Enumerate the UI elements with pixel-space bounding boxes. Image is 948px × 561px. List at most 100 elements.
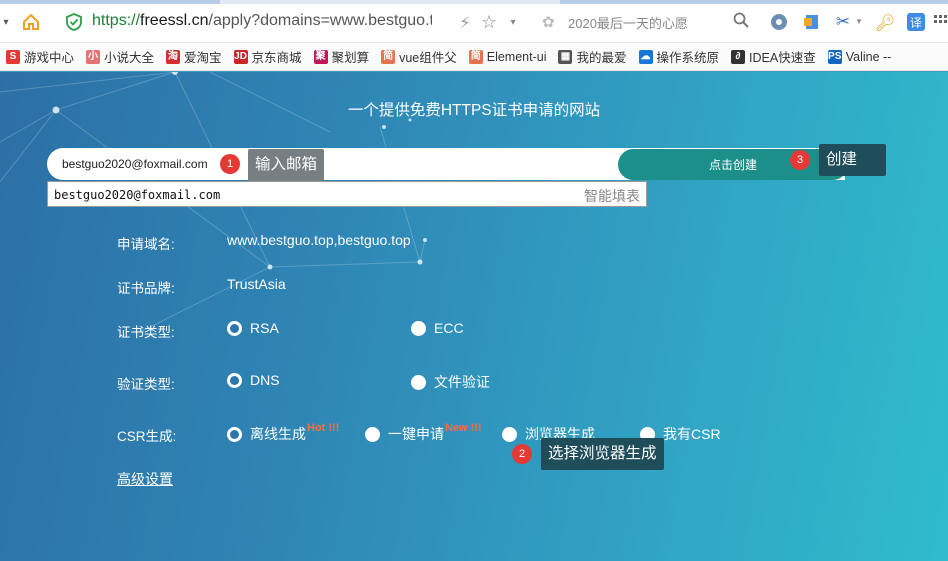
step-3-badge: 3 [790, 150, 810, 170]
verify-dns-label: DNS [250, 372, 280, 388]
csr-own-label: 我有CSR [663, 426, 721, 442]
scissors-icon[interactable]: ✂ [832, 8, 854, 36]
bookmark-label: IDEA快速查 [749, 51, 816, 65]
idea-icon: ∂ [731, 49, 746, 64]
cert-type-rsa-label: RSA [250, 320, 279, 336]
radio-unchecked-icon [411, 374, 426, 390]
key-icon[interactable]: 🔑︎ [874, 8, 896, 36]
grid-icon: ▦ [558, 49, 573, 64]
step-1-callout: 输入邮箱 [248, 149, 325, 181]
autofill-dropdown[interactable]: bestguo2020@foxmail.com 智能填表 [47, 181, 647, 207]
radio-unchecked-icon [411, 320, 426, 336]
cert-type-label: 证书类型: [117, 325, 175, 340]
bookmark-item[interactable]: S 游戏中心 [6, 47, 74, 66]
jian-icon: 简 [381, 49, 396, 64]
bookmark-item[interactable]: ∂ IDEA快速查 [731, 47, 816, 66]
scissors-dropdown-icon[interactable]: ▾ [854, 8, 864, 36]
csr-label: CSR生成: [117, 429, 177, 444]
step-2-badge: 2 [512, 444, 532, 464]
jian-icon: 简 [468, 49, 483, 64]
compass-icon[interactable] [768, 8, 790, 36]
search-icon[interactable] [732, 11, 750, 33]
paw-icon: ✿ [542, 13, 555, 31]
url-scheme: https:// [92, 12, 141, 29]
browser-toolbar: ▾ https://freessl.cn/apply?domains=www.b… [0, 0, 948, 43]
bookmark-item[interactable]: JD 京东商城 [233, 47, 302, 66]
taobao-icon: 淘 [166, 49, 181, 64]
bookmark-label: 聚划算 [331, 51, 370, 65]
bookmark-item[interactable]: 小小说大全 [86, 47, 154, 66]
address-input[interactable]: https://freessl.cn/apply?domains=www.bes… [92, 12, 432, 30]
bookmark-label: 京东商城 [251, 51, 302, 65]
csr-offline-radio[interactable]: 离线生成 Hot !!! [227, 422, 340, 444]
collect-icon[interactable] [800, 8, 822, 36]
verify-file-radio[interactable]: 文件验证 [411, 372, 490, 392]
bookmark-item[interactable]: ▦ 我的最爱 [558, 47, 627, 66]
game-icon: S [6, 49, 20, 64]
tab-strip [0, 0, 948, 4]
lightning-icon[interactable]: ⚡︎ [455, 8, 475, 36]
new-badge: New !!! [445, 422, 482, 434]
svg-text:译: 译 [910, 16, 922, 30]
csr-oneclick-radio[interactable]: 一键申请 New !!! [365, 422, 482, 444]
bookmark-item[interactable]: 聚聚划算 [313, 47, 370, 66]
cloud-icon: ☁ [638, 49, 653, 64]
radio-unchecked-icon [502, 426, 517, 442]
search-box[interactable]: ✿ 2020最后一天的心愿 [532, 8, 754, 36]
bookmark-item[interactable]: 简 vue组件父 [381, 47, 457, 66]
bookmark-label: 爱淘宝 [184, 51, 222, 65]
juhuasuan-icon: 聚 [313, 49, 328, 64]
domain-value: www.bestguo.top,bestguo.top [227, 232, 411, 248]
cert-type-rsa-radio[interactable]: RSA [227, 320, 279, 336]
autofill-suggestion[interactable]: bestguo2020@foxmail.com [54, 188, 220, 202]
autofill-hint: 智能填表 [584, 188, 640, 204]
advanced-settings-link[interactable]: 高级设置 [117, 469, 173, 489]
radio-checked-icon [227, 372, 242, 388]
secure-shield-icon[interactable] [64, 8, 84, 36]
email-input-value: bestguo2020@foxmail.com [62, 157, 208, 171]
site-tagline: 一个提供免费HTTPS证书申请的网站 [347, 102, 601, 119]
bookmark-item[interactable]: ☁ 操作系统原 [638, 47, 720, 66]
bookmark-label: Element-ui [486, 49, 547, 64]
create-button[interactable]: 点击创建 [618, 149, 848, 180]
csr-oneclick-label: 一键申请 [388, 426, 444, 442]
bookmark-label: Valine -- [845, 49, 892, 64]
star-icon[interactable]: ☆ [478, 8, 500, 36]
grid-menu-icon[interactable] [934, 8, 948, 36]
verify-file-label: 文件验证 [434, 374, 490, 390]
verify-type-label: 验证类型: [117, 377, 175, 392]
jd-icon: JD [233, 49, 248, 64]
brand-label: 证书品牌: [117, 281, 175, 296]
brand-value: TrustAsia [227, 276, 286, 292]
url-host: freessl.cn [140, 12, 209, 29]
bookmark-label: 我的最爱 [576, 51, 627, 65]
bookmark-item[interactable]: 简 Element-ui [468, 49, 547, 64]
step-1-badge: 1 [220, 154, 240, 174]
menu-caret-icon[interactable]: ▾ [0, 8, 12, 36]
ps-icon: PS [827, 49, 842, 64]
step-3-callout: 创建 [819, 144, 886, 176]
url-path: /apply?domains=www.bestguo.to [208, 12, 433, 29]
translate-icon[interactable]: 译 [906, 8, 926, 36]
url-dropdown-icon[interactable]: ▾ [506, 8, 520, 36]
radio-unchecked-icon [365, 426, 380, 442]
radio-checked-icon [227, 426, 242, 442]
cert-type-ecc-label: ECC [434, 320, 464, 336]
bookmark-label: 小说大全 [104, 51, 155, 65]
verify-dns-radio[interactable]: DNS [227, 372, 280, 388]
step-2-callout: 选择浏览器生成 [541, 438, 664, 470]
hot-badge: Hot !!! [307, 422, 340, 434]
csr-offline-label: 离线生成 [250, 426, 306, 442]
bookmark-label: 操作系统原 [656, 51, 720, 65]
bookmark-item[interactable]: PS Valine -- [827, 49, 892, 64]
cert-type-ecc-radio[interactable]: ECC [411, 320, 464, 336]
search-placeholder: 2020最后一天的心愿 [568, 15, 688, 31]
home-icon[interactable] [18, 8, 44, 36]
bookmark-label: vue组件父 [399, 51, 457, 65]
page-content: 一个提供免费HTTPS证书申请的网站 bestguo2020@foxmail.c… [0, 72, 948, 561]
bookmark-label: 游戏中心 [24, 51, 75, 65]
domain-label: 申请域名: [117, 237, 175, 252]
bookmarks-bar: S 游戏中心小小说大全淘爱淘宝 JD 京东商城聚聚划算简 vue组件父简 Element-… [0, 43, 948, 71]
bookmark-item[interactable]: 淘爱淘宝 [166, 47, 222, 66]
radio-checked-icon [227, 320, 242, 336]
